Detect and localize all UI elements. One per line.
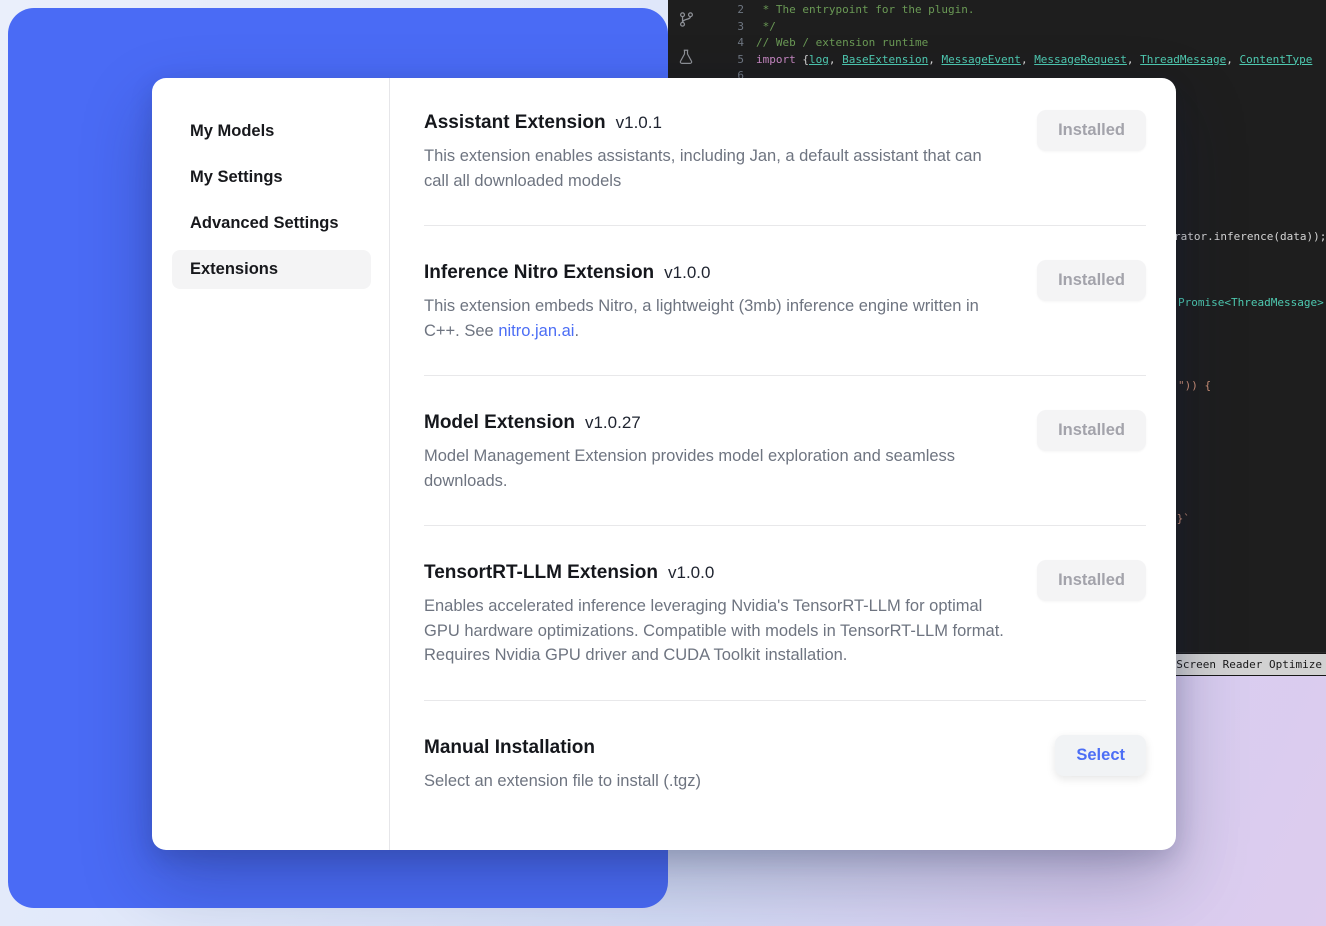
extension-title: Assistant Extension [424,112,606,134]
installed-button[interactable]: Installed [1037,560,1146,601]
extension-row-nitro: Inference Nitro Extension v1.0.0 This ex… [424,262,1146,343]
code-fragment: ")) { [1178,379,1211,392]
nitro-jan-ai-link[interactable]: nitro.jan.ai [498,322,574,340]
beaker-icon[interactable] [668,38,704,76]
screen-reader-badge[interactable]: Screen Reader Optimize [1166,654,1326,675]
code-comment: * The entrypoint for the plugin. [756,3,975,16]
extension-title: Model Extension [424,412,575,434]
manual-installation-description: Select an extension file to install (.tg… [424,769,701,794]
extension-version: v1.0.27 [585,413,641,433]
extension-version: v1.0.0 [664,263,710,283]
extension-row-assistant: Assistant Extension v1.0.1 This extensio… [424,112,1146,193]
extensions-list: Assistant Extension v1.0.1 This extensio… [390,78,1176,850]
code-comment: // Web / extension runtime [756,36,928,49]
extension-title: TensortRT-LLM Extension [424,562,658,584]
code-fragment: Promise<ThreadMessage> [1178,296,1324,309]
extension-title: Inference Nitro Extension [424,262,654,284]
sidebar-item-my-settings[interactable]: My Settings [172,158,371,197]
settings-sidebar: My Models My Settings Advanced Settings … [152,78,390,850]
installed-button[interactable]: Installed [1037,410,1146,451]
sidebar-item-advanced-settings[interactable]: Advanced Settings [172,204,371,243]
divider [424,525,1146,526]
extension-description: Enables accelerated inference leveraging… [424,594,1006,668]
divider [424,700,1146,701]
source-control-icon[interactable] [668,0,704,38]
editor-code[interactable]: * The entrypoint for the plugin. */ // W… [756,2,1312,68]
select-file-button[interactable]: Select [1055,735,1146,776]
sidebar-item-extensions[interactable]: Extensions [172,250,371,289]
manual-installation-title: Manual Installation [424,737,595,759]
desktop-background: 2 3 4 5 6 * The entrypoint for the plugi… [0,0,1326,926]
code-fragment: rator.inference(data)); [1174,230,1326,243]
manual-installation-row: Manual Installation Select an extension … [424,737,1146,794]
extension-version: v1.0.0 [668,563,714,583]
installed-button[interactable]: Installed [1037,110,1146,151]
extension-row-tensorrt: TensortRT-LLM Extension v1.0.0 Enables a… [424,562,1146,668]
code-import-line: import {log, BaseExtension, MessageEvent… [756,52,1312,69]
extension-row-model: Model Extension v1.0.27 Model Management… [424,412,1146,493]
extension-description: This extension embeds Nitro, a lightweig… [424,294,1006,343]
sidebar-item-my-models[interactable]: My Models [172,112,371,151]
editor-line-numbers: 2 3 4 5 6 [704,2,744,85]
extension-description: This extension enables assistants, inclu… [424,144,1006,193]
installed-button[interactable]: Installed [1037,260,1146,301]
extension-version: v1.0.1 [616,113,662,133]
divider [424,225,1146,226]
settings-modal: My Models My Settings Advanced Settings … [152,78,1176,850]
extension-description: Model Management Extension provides mode… [424,444,1006,493]
code-comment: */ [756,20,776,33]
divider [424,375,1146,376]
